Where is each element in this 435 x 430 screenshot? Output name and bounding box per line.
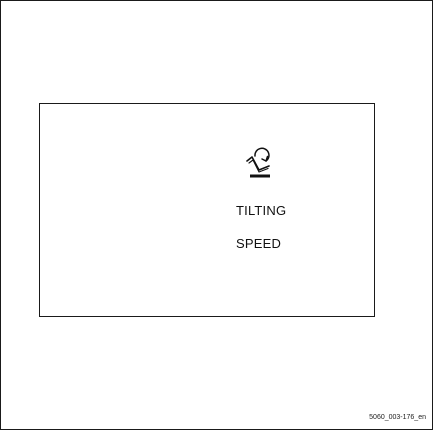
display-line-1: TILTING (236, 203, 287, 218)
display-line-2: SPEED (236, 236, 282, 251)
tilting-speed-icon (244, 145, 274, 179)
figure-id-label: 5060_003-176_en (369, 414, 426, 421)
outer-frame: TILTING SPEED 5060_003-176_en (0, 0, 433, 430)
display-screen: TILTING SPEED (39, 103, 375, 317)
